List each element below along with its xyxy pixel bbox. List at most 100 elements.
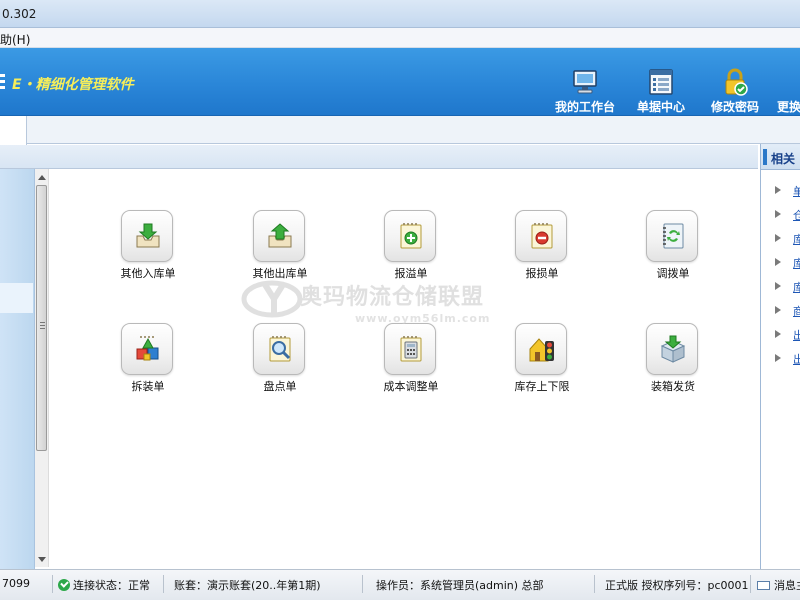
tile-icon-frame <box>253 323 305 375</box>
status-license: 正式版 授权序列号：pc0001 <box>605 579 749 592</box>
transfer-arrows-icon <box>663 223 684 249</box>
calculator-icon <box>400 336 422 362</box>
toolbar-button-switch[interactable]: 更换 <box>773 66 800 116</box>
tile-label: 报溢单 <box>394 267 428 280</box>
monitor-icon <box>573 70 597 94</box>
related-link[interactable]: 库 <box>773 254 800 272</box>
scroll-grip-icon <box>40 322 45 331</box>
expand-triangle-icon <box>775 354 781 362</box>
expand-triangle-icon <box>775 258 781 266</box>
content-header-band <box>0 145 758 169</box>
status-separator <box>163 575 164 593</box>
loss-minus-icon <box>531 223 553 249</box>
related-link-text: 库 <box>793 281 800 294</box>
related-link-text: 库 <box>793 233 800 246</box>
tile-disassembly[interactable]: 拆装单 <box>98 323 198 413</box>
tile-icon-frame <box>384 210 436 262</box>
status-connection-text: 连接状态：正常 <box>73 579 150 592</box>
related-link-text: 单 <box>793 185 800 198</box>
related-link[interactable]: 单 <box>773 182 800 200</box>
scroll-down-arrow-icon[interactable] <box>38 557 46 562</box>
tile-other-inbound[interactable]: 其他入库单 <box>98 210 198 300</box>
tile-icon-frame <box>121 323 173 375</box>
status-code: 7099 <box>2 577 30 590</box>
left-nav-selected-item[interactable] <box>0 283 33 313</box>
tile-label: 盘点单 <box>263 380 297 393</box>
vertical-scrollbar[interactable] <box>35 169 49 567</box>
status-messages-text: 消息主 <box>774 579 800 592</box>
tile-stocktake[interactable]: 盘点单 <box>230 323 330 413</box>
tile-label: 调拨单 <box>656 267 690 280</box>
status-separator <box>594 575 595 593</box>
tile-icon-frame <box>384 323 436 375</box>
window-title: 0.302 <box>2 7 37 21</box>
mail-icon <box>757 581 770 590</box>
toolbar-label-documents: 单据中心 <box>636 100 685 114</box>
brand-title: E・精细化管理软件 <box>12 77 134 93</box>
function-grid: 其他入库单 其他出库单 报溢单 报损单 调拨单 拆装单 盘点单 成本调整单 库存… <box>50 169 760 569</box>
status-messages[interactable]: 消息主 <box>757 577 800 593</box>
related-link-text: 出 <box>793 329 800 342</box>
toolbar-button-documents[interactable]: 单据中心 <box>627 66 695 116</box>
expand-triangle-icon <box>775 186 781 194</box>
scrollbar-thumb[interactable] <box>36 185 47 451</box>
blocks-icon <box>136 336 159 361</box>
menu-help[interactable]: 助(H) <box>0 31 30 48</box>
tile-packing-shipment[interactable]: 装箱发货 <box>623 323 723 413</box>
toolbar-button-change-password[interactable]: 修改密码 <box>701 66 769 116</box>
tile-cost-adjustment[interactable]: 成本调整单 <box>361 323 461 413</box>
tile-label: 其他入库单 <box>120 267 176 280</box>
tile-label: 库存上下限 <box>514 380 570 393</box>
tile-overflow-report[interactable]: 报溢单 <box>361 210 461 300</box>
related-panel: 相关 单 仓 库 库 库 商 出 出 <box>760 144 800 569</box>
related-panel-title: 相关 <box>771 152 796 166</box>
tile-loss-report[interactable]: 报损单 <box>492 210 592 300</box>
status-separator <box>52 575 53 593</box>
tab-home[interactable] <box>0 116 27 145</box>
header-accent-bar <box>763 149 767 165</box>
document-list-icon <box>649 69 673 95</box>
packing-box-icon <box>660 335 686 363</box>
brand-mark-icon <box>0 74 5 92</box>
related-link[interactable]: 库 <box>773 230 800 248</box>
status-separator <box>362 575 363 593</box>
tile-icon-frame <box>253 210 305 262</box>
related-link[interactable]: 出 <box>773 326 800 344</box>
traffic-light-icon <box>529 338 554 362</box>
status-account: 账套：演示账套(20..年第1期) <box>174 579 321 592</box>
left-navigation <box>0 169 35 569</box>
tile-icon-frame <box>515 210 567 262</box>
related-panel-header: 相关 <box>761 144 800 170</box>
magnifier-icon <box>269 336 291 362</box>
inbound-tray-icon <box>136 223 160 248</box>
connection-ok-icon <box>58 579 70 591</box>
status-bar: 7099 连接状态：正常 账套：演示账套(20..年第1期) 操作员：系统管理员… <box>0 569 800 600</box>
related-link-text: 商 <box>793 305 800 318</box>
tile-stock-limits[interactable]: 库存上下限 <box>492 323 592 413</box>
tile-label: 其他出库单 <box>252 267 308 280</box>
tile-label: 装箱发货 <box>651 380 695 393</box>
tile-transfer[interactable]: 调拨单 <box>623 210 723 300</box>
related-link[interactable]: 出 <box>773 350 800 368</box>
toolbar-label-change-password: 修改密码 <box>710 100 759 114</box>
expand-triangle-icon <box>775 330 781 338</box>
related-link[interactable]: 仓 <box>773 206 800 224</box>
outbound-tray-icon <box>268 223 292 248</box>
tile-icon-frame <box>121 210 173 262</box>
tile-other-outbound[interactable]: 其他出库单 <box>230 210 330 300</box>
tile-icon-frame <box>646 210 698 262</box>
expand-triangle-icon <box>775 282 781 290</box>
status-operator: 操作员：系统管理员(admin) 总部 <box>376 579 544 592</box>
related-link[interactable]: 库 <box>773 278 800 296</box>
related-link[interactable]: 商 <box>773 302 800 320</box>
tile-icon-frame <box>515 323 567 375</box>
tab-strip <box>0 116 800 144</box>
toolbar-button-workbench[interactable]: 我的工作台 <box>551 66 619 116</box>
expand-triangle-icon <box>775 234 781 242</box>
padlock-check-icon <box>725 68 748 96</box>
status-connection: 连接状态：正常 <box>58 577 150 593</box>
scroll-up-arrow-icon[interactable] <box>38 175 46 180</box>
expand-triangle-icon <box>775 210 781 218</box>
tile-label: 拆装单 <box>131 380 165 393</box>
status-separator <box>750 575 751 593</box>
